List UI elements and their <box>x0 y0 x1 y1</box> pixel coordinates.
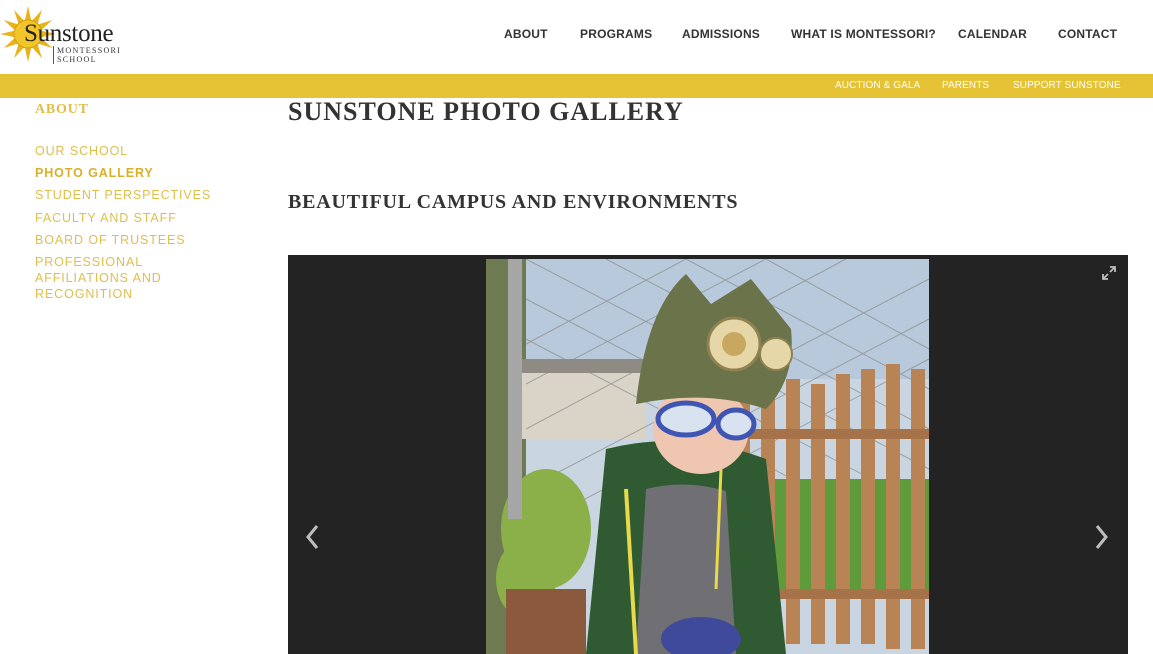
photo-gallery-slider[interactable] <box>288 255 1128 654</box>
child-gardening-photo <box>486 259 929 654</box>
nav-calendar[interactable]: CALENDAR <box>958 27 1027 41</box>
logo-subtitle-line1: MONTESSORI <box>57 46 122 55</box>
site-header: Sunstone MONTESSORI SCHOOL ABOUT PROGRAM… <box>0 0 1153 74</box>
nav-support-sunstone[interactable]: SUPPORT SUNSTONE <box>1013 80 1121 91</box>
main-nav: ABOUT PROGRAMS ADMISSIONS WHAT IS MONTES… <box>0 27 1153 43</box>
nav-admissions[interactable]: ADMISSIONS <box>682 27 760 41</box>
sidebar-item-photo-gallery[interactable]: PHOTO GALLERY <box>35 165 154 181</box>
nav-auction-gala[interactable]: AUCTION & GALA <box>835 80 920 91</box>
sidebar-item-student-perspectives[interactable]: STUDENT PERSPECTIVES <box>35 187 211 203</box>
secondary-nav: AUCTION & GALA PARENTS SUPPORT SUNSTONE <box>0 74 1153 98</box>
sidebar-item-faculty-and-staff[interactable]: FACULTY AND STAFF <box>35 210 177 226</box>
gallery-photo <box>486 259 929 654</box>
logo-subtitle-line2: SCHOOL <box>57 55 97 64</box>
logo-subtitle: MONTESSORI SCHOOL <box>53 46 121 64</box>
nav-what-is-montessori[interactable]: WHAT IS MONTESSORI? <box>791 27 936 41</box>
nav-about[interactable]: ABOUT <box>504 27 548 41</box>
sidebar-heading: ABOUT <box>35 102 89 117</box>
expand-icon[interactable] <box>1102 266 1116 280</box>
sidebar-item-board-of-trustees[interactable]: BOARD OF TRUSTEES <box>35 232 186 248</box>
nav-programs[interactable]: PROGRAMS <box>580 27 652 41</box>
nav-parents[interactable]: PARENTS <box>942 80 989 91</box>
nav-contact[interactable]: CONTACT <box>1058 27 1117 41</box>
sidebar-item-our-school[interactable]: OUR SCHOOL <box>35 143 128 159</box>
chevron-right-icon[interactable] <box>1094 523 1110 551</box>
section-title: BEAUTIFUL CAMPUS AND ENVIRONMENTS <box>288 191 739 213</box>
sidebar-item-professional-affiliations[interactable]: PROFESSIONAL AFFILIATIONS AND RECOGNITIO… <box>35 254 235 302</box>
page-title: SUNSTONE PHOTO GALLERY <box>288 97 684 126</box>
chevron-left-icon[interactable] <box>304 523 320 551</box>
